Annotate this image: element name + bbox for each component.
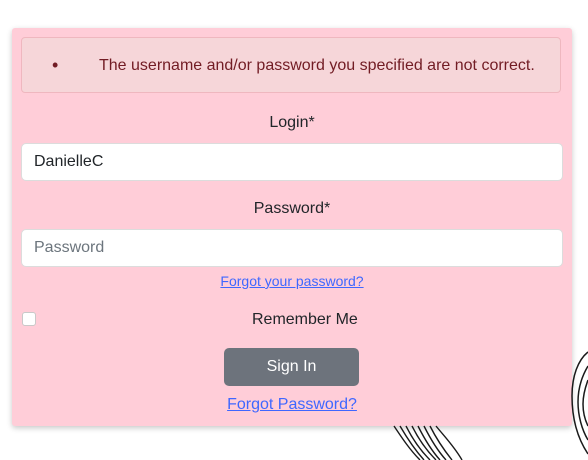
sketch-illustration-bottom-icon	[393, 425, 463, 460]
forgot-your-password-link[interactable]: Forgot your password?	[12, 272, 572, 290]
login-label: Login*	[269, 114, 315, 131]
remember-me-checkbox[interactable]	[22, 312, 36, 326]
login-card: • The username and/or password you speci…	[12, 28, 572, 426]
error-alert: • The username and/or password you speci…	[21, 37, 561, 93]
error-message: The username and/or password you specifi…	[99, 57, 535, 74]
sign-in-button[interactable]: Sign In	[224, 348, 359, 386]
password-label: Password*	[253, 200, 331, 217]
alert-bullet: •	[52, 55, 59, 75]
forgot-password-link[interactable]: Forgot Password?	[12, 395, 572, 415]
remember-me-label: Remember Me	[252, 311, 358, 328]
login-input[interactable]	[21, 143, 563, 181]
password-input[interactable]	[21, 229, 563, 267]
